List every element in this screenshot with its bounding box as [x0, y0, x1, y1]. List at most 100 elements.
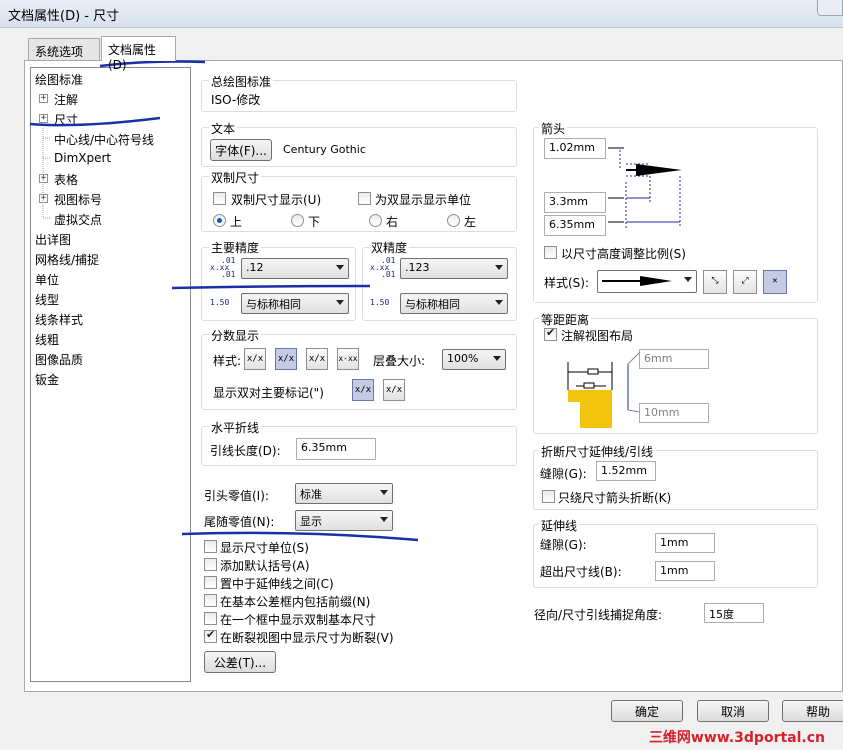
tree-item-line-thickness[interactable]: 线粗	[35, 331, 59, 348]
radio-right[interactable]	[369, 214, 382, 227]
default-parentheses-checkbox[interactable]	[204, 558, 217, 571]
tolerance-button-label: 公差(T)...	[213, 656, 267, 670]
chevron-down-icon	[495, 265, 503, 270]
chevron-down-icon	[684, 277, 692, 282]
chevron-down-icon	[493, 356, 501, 361]
primary-precision-select[interactable]: .12	[241, 258, 349, 279]
center-between-checkbox[interactable]	[204, 576, 217, 589]
primary-tolerance-value: 与标称相同	[246, 298, 301, 311]
radial-snap-label: 径向/尺寸引线捕捉角度:	[534, 608, 663, 622]
dual-marks-off-icon[interactable]: x/x	[383, 379, 405, 401]
include-prefix-checkbox[interactable]	[204, 594, 217, 607]
font-button-label: 字体(F)...	[215, 144, 267, 158]
dual-units-checkbox[interactable]	[358, 192, 371, 205]
arrows-smart-icon[interactable]: ✕	[763, 270, 787, 294]
stack-size-select[interactable]: 100%	[442, 349, 506, 370]
dual-marks-on-icon[interactable]: x/x	[352, 379, 374, 401]
dual-tolerance-value: 与标称相同	[405, 298, 460, 311]
leading-zero-value: 标准	[300, 488, 322, 501]
precision-icon-sub2: .01	[221, 270, 236, 279]
scale-with-height-checkbox[interactable]	[544, 246, 557, 259]
cancel-button-label: 取消	[720, 705, 745, 719]
tolerance-precision-icon: 1.50	[210, 292, 234, 314]
radio-top[interactable]	[213, 214, 226, 227]
overall-standard-value: ISO-修改	[211, 93, 261, 107]
radio-left[interactable]	[447, 214, 460, 227]
font-name: Century Gothic	[283, 143, 366, 156]
watermark: 三维网www.3dportal.cn	[648, 730, 825, 746]
fraction-style-stacked-icon[interactable]: x/x	[275, 348, 297, 370]
annotation-layout-checkbox[interactable]	[544, 326, 557, 341]
fraction-style-diagonal-icon[interactable]: x/x	[244, 348, 266, 370]
tree-connector-lines	[42, 128, 51, 219]
arrows-label: 箭头	[539, 120, 568, 137]
tree-item-grid-snap[interactable]: 网格线/捕捉	[35, 251, 99, 268]
broken-view-checkbox[interactable]	[204, 628, 217, 643]
dual-precision-icon-sub2: .01	[381, 270, 396, 279]
tolerance-icon-value: 1.50	[210, 298, 230, 307]
font-button[interactable]: 字体(F)...	[210, 139, 272, 161]
radio-bottom[interactable]	[291, 214, 304, 227]
cancel-button[interactable]: 取消	[697, 700, 769, 722]
arrows-outside-icon[interactable]: ⤢	[733, 270, 757, 294]
dual-tolerance-icon: 1.50	[370, 292, 394, 314]
arrow-style-select[interactable]	[597, 270, 697, 293]
only-arrow-break-checkbox[interactable]	[542, 490, 555, 503]
arrow-size1-input[interactable]: 1.02mm	[544, 138, 606, 159]
radio-top-label: 上	[230, 215, 243, 229]
extension-gap-label: 缝隙(G):	[540, 538, 587, 552]
tab-document-properties[interactable]: 文档属性(D)	[101, 36, 176, 72]
arrow-size2-input[interactable]: 3.3mm	[544, 192, 606, 213]
broken-view-label: 在断裂视图中显示尺寸为断裂(V)	[220, 631, 394, 645]
break-gap-label: 缝隙(G):	[540, 467, 587, 481]
dual-basic-box-checkbox[interactable]	[204, 612, 217, 625]
leader-length-input[interactable]: 6.35mm	[296, 438, 376, 460]
dual-precision-label: 双精度	[369, 239, 410, 256]
arrow-size3-input[interactable]: 6.35mm	[544, 215, 606, 236]
break-gap-input[interactable]: 1.52mm	[596, 461, 656, 481]
help-button-label: 帮助	[805, 705, 830, 719]
offset-distance2-input[interactable]: 10mm	[639, 403, 709, 423]
overall-standard-label: 总绘图标准	[209, 73, 274, 90]
fraction-style-dash-icon[interactable]: x-xx	[337, 348, 359, 370]
arrows-inside-icon[interactable]: ⤡	[703, 270, 727, 294]
primary-precision-value: .12	[246, 261, 264, 274]
tree-item-line-font[interactable]: 线型	[35, 291, 59, 308]
tree-item-line-style[interactable]: 线条样式	[35, 311, 83, 328]
extension-over-input[interactable]: 1mm	[655, 561, 715, 581]
trailing-zero-value: 显示	[300, 515, 322, 528]
tolerance-button[interactable]: 公差(T)...	[204, 651, 276, 673]
scale-with-height-label: 以尺寸高度调整比例(S)	[561, 247, 686, 261]
extension-gap-input[interactable]: 1mm	[655, 533, 715, 553]
ok-button[interactable]: 确定	[611, 700, 683, 722]
leader-length-label: 引线长度(D):	[210, 444, 281, 458]
precision-value-icon: .01 x.xx .01	[210, 257, 236, 279]
radial-snap-input[interactable]: 15度	[704, 603, 764, 623]
help-button[interactable]: 帮助	[782, 700, 843, 722]
trailing-zero-select[interactable]: 显示	[295, 510, 393, 531]
arrow-style-preview-icon	[602, 276, 672, 286]
dual-display-checkbox[interactable]	[213, 192, 226, 205]
close-icon[interactable]	[817, 0, 843, 16]
fraction-style-slash-icon[interactable]: x/x	[306, 348, 328, 370]
dual-tolerance-select[interactable]: 与标称相同	[400, 293, 508, 314]
fraction-style-label: 样式:	[213, 354, 242, 368]
show-units-checkbox[interactable]	[204, 540, 217, 553]
category-tree: 绘图标准 + 注解 + 尺寸 中心线/中心符号线 DimXpert + 表格 +…	[30, 67, 191, 682]
leading-zero-select[interactable]: 标准	[295, 483, 393, 504]
tree-item-image-quality[interactable]: 图像品质	[35, 351, 83, 368]
chevron-down-icon	[495, 300, 503, 305]
tree-item-sheet-metal[interactable]: 钣金	[35, 371, 59, 388]
tab-system-options[interactable]: 系统选项(S)	[28, 38, 100, 74]
offset-distance1-input[interactable]: 6mm	[639, 349, 709, 369]
dual-precision-select[interactable]: .123	[400, 258, 508, 279]
tree-item-units[interactable]: 单位	[35, 271, 59, 288]
dual-precision-value: .123	[405, 261, 430, 274]
primary-tolerance-select[interactable]: 与标称相同	[241, 293, 349, 314]
radio-bottom-label: 下	[308, 215, 321, 229]
dual-units-label: 为双显示显示单位	[375, 193, 472, 207]
break-label: 折断尺寸延伸线/引线	[539, 443, 656, 460]
tree-item-detailing[interactable]: 出详图	[35, 231, 71, 248]
dual-marks-label: 显示双对主要标记(")	[213, 386, 324, 400]
chevron-down-icon	[380, 517, 388, 522]
